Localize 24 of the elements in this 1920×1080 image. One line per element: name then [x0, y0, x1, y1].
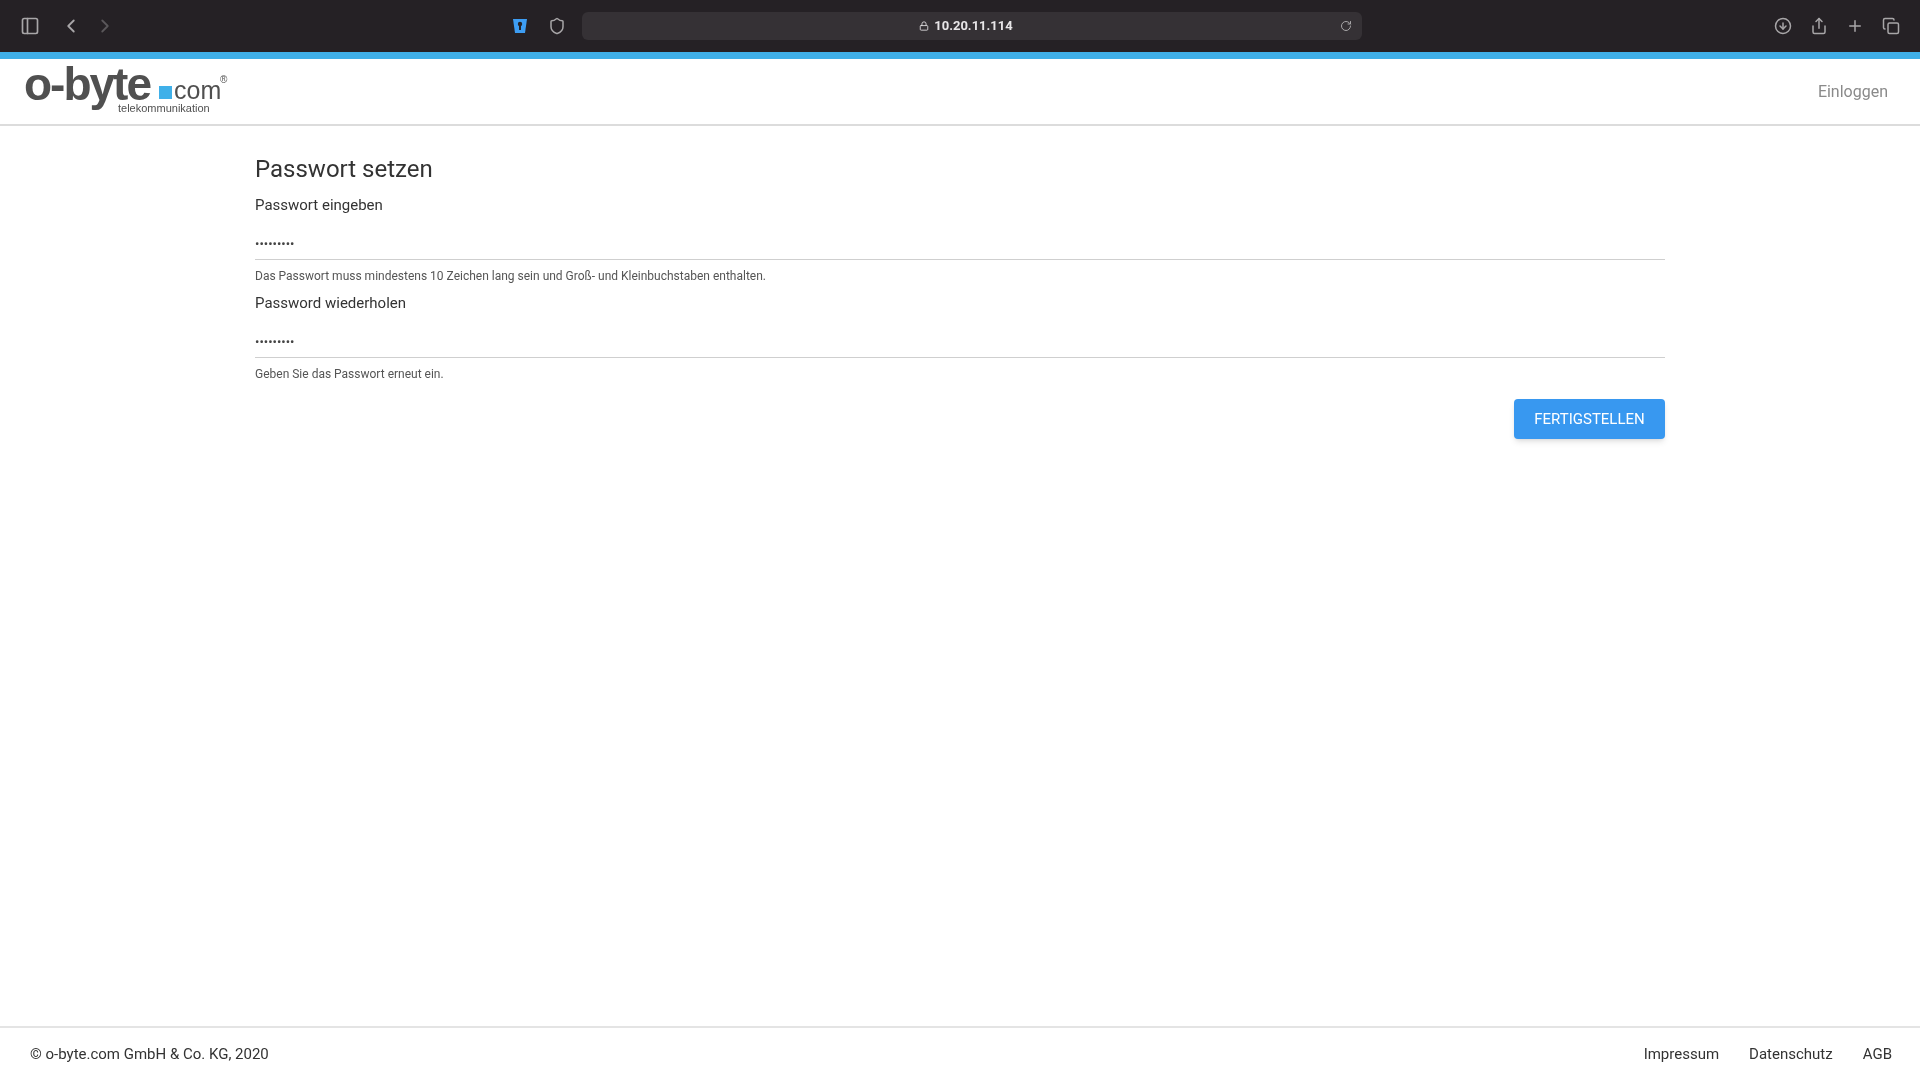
share-icon[interactable]	[1810, 17, 1828, 35]
lock-icon	[919, 21, 930, 31]
form-title: Passwort setzen	[255, 154, 434, 185]
footer-link[interactable]: Impressum	[1643, 1042, 1720, 1066]
sidebar-icon[interactable]	[20, 16, 40, 36]
footer-link[interactable]: AGB	[1862, 1042, 1892, 1066]
keyhole-icon[interactable]	[511, 18, 529, 34]
shield-icon[interactable]	[548, 17, 566, 35]
logo[interactable]: o-byte com® telekommunikation	[24, 66, 234, 117]
footer-link[interactable]: Datenschutz	[1749, 1042, 1833, 1066]
reload-icon[interactable]	[1340, 20, 1352, 32]
tabs-overview-icon[interactable]	[1882, 17, 1900, 35]
field-hint: Geben Sie das Passwort erneut ein.	[255, 366, 445, 382]
password-field[interactable]: •••••••••	[255, 228, 1665, 260]
download-icon[interactable]	[1774, 17, 1792, 35]
address-text: 10.20.11.114	[934, 17, 1013, 36]
new-tab-icon[interactable]	[1846, 17, 1864, 35]
field-hint: Das Passwort muss mindestens 10 Zeichen lang sein und Groß- und Kleinbuchstaben enthalten.	[255, 268, 767, 284]
field-label: Password wiederholen	[255, 293, 408, 314]
password-field[interactable]: •••••••••	[255, 326, 1665, 358]
field-label: Passwort eingeben	[255, 195, 384, 216]
copyright-text: © o-byte.com GmbH & Co. KG, 2020	[30, 1043, 269, 1065]
address-bar[interactable]: 10.20.11.114	[582, 12, 1362, 40]
login-link[interactable]: Einloggen	[1817, 79, 1888, 104]
